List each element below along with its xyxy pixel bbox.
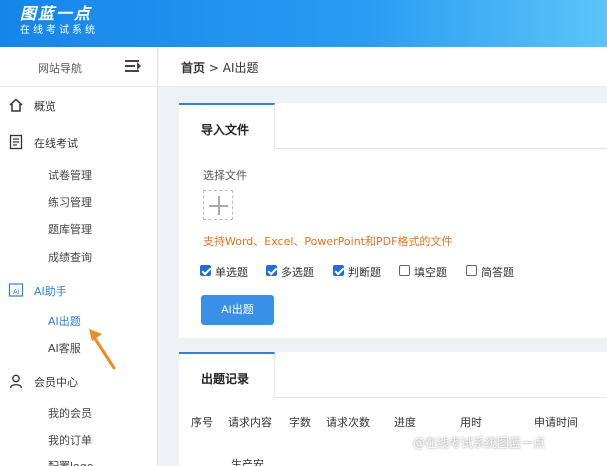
- sidebar-group-label: 概览: [34, 100, 56, 113]
- column-header-progress: 进度: [394, 416, 416, 429]
- sidebar-item-my-orders[interactable]: 我的订单: [48, 432, 92, 448]
- import-file-card: 导入文件 选择文件 支持Word、Excel、PowerPoint和PDF格式的…: [179, 103, 607, 338]
- sidebar-item-practice[interactable]: 练习管理: [48, 194, 92, 210]
- records-table-header: 序号 请求内容 字数 请求次数 进度 用时 申请时间: [179, 414, 607, 436]
- sidebar-group-ai-assistant[interactable]: Ai AI助手: [0, 279, 158, 301]
- breadcrumb-home[interactable]: 首页: [181, 61, 205, 75]
- sidebar-item-question-bank[interactable]: 题库管理: [48, 221, 92, 237]
- pointer-arrow-icon: [89, 329, 116, 370]
- checkbox-empty-icon: [399, 265, 410, 276]
- column-header-apply-time: 申请时间: [534, 416, 578, 429]
- breadcrumb-current: AI出题: [222, 61, 259, 75]
- sidebar-group-label: AI助手: [34, 285, 67, 298]
- sidebar-item-ai-service[interactable]: AI客服: [48, 340, 81, 356]
- document-list-icon: [9, 134, 23, 150]
- tab-divider: [275, 148, 607, 149]
- upload-plus-icon[interactable]: [203, 190, 233, 220]
- sidebar-item-scores[interactable]: 成绩查询: [48, 249, 92, 265]
- breadcrumb: 首页 > AI出题: [181, 59, 258, 76]
- tab-import-file[interactable]: 导入文件: [179, 103, 275, 149]
- table-row[interactable]: 生产安: [231, 456, 264, 466]
- column-header-request-content: 请求内容: [228, 416, 272, 429]
- sidebar-group-label: 会员中心: [34, 376, 78, 389]
- sidebar-item-logo-config[interactable]: 配置logo: [48, 458, 94, 466]
- checkbox-checked-icon: [266, 265, 277, 276]
- breadcrumb-bar: 首页 > AI出题: [159, 47, 607, 87]
- breadcrumb-separator: >: [208, 61, 219, 75]
- ai-generate-button[interactable]: AI出题: [201, 295, 274, 325]
- menu-collapse-icon[interactable]: [125, 59, 141, 73]
- user-icon: [9, 374, 23, 389]
- column-header-duration: 用时: [460, 416, 482, 429]
- ai-icon: Ai: [8, 283, 24, 297]
- svg-text:Ai: Ai: [13, 288, 20, 296]
- tab-divider: [275, 397, 607, 398]
- logo[interactable]: 图蓝一点 在线考试系统: [20, 4, 98, 38]
- column-header-word-count: 字数: [289, 416, 311, 429]
- checkbox-checked-icon: [200, 265, 211, 276]
- sidebar-group-member-center[interactable]: 会员中心: [0, 370, 158, 392]
- supported-formats-hint: 支持Word、Excel、PowerPoint和PDF格式的文件: [203, 235, 453, 248]
- table-cell-request-content: 生产安: [231, 458, 264, 466]
- choose-file-label: 选择文件: [203, 169, 247, 182]
- logo-title: 图蓝一点: [20, 4, 93, 23]
- home-icon: [9, 98, 23, 112]
- sidebar-group-online-exam[interactable]: 在线考试: [0, 131, 158, 153]
- sidebar-item-my-membership[interactable]: 我的会员: [48, 405, 92, 421]
- sidebar-nav-label: 网站导航: [38, 62, 82, 75]
- sidebar-item-exam-papers[interactable]: 试卷管理: [48, 167, 92, 183]
- checkbox-checked-icon: [333, 265, 344, 276]
- column-header-request-count: 请求次数: [326, 416, 370, 429]
- tab-question-records[interactable]: 出题记录: [179, 352, 275, 398]
- logo-subtitle: 在线考试系统: [20, 25, 98, 36]
- sidebar-item-ai-question[interactable]: AI出题: [48, 313, 81, 329]
- sidebar-group-overview[interactable]: 概览: [0, 94, 158, 116]
- app-header: 图蓝一点 在线考试系统: [0, 0, 607, 47]
- sidebar-header: 网站导航: [0, 47, 157, 87]
- checkbox-empty-icon: [466, 265, 477, 276]
- column-header-index: 序号: [191, 416, 213, 429]
- sidebar-group-label: 在线考试: [34, 137, 78, 150]
- watermark: @在线考试系统图蓝一点: [413, 436, 546, 450]
